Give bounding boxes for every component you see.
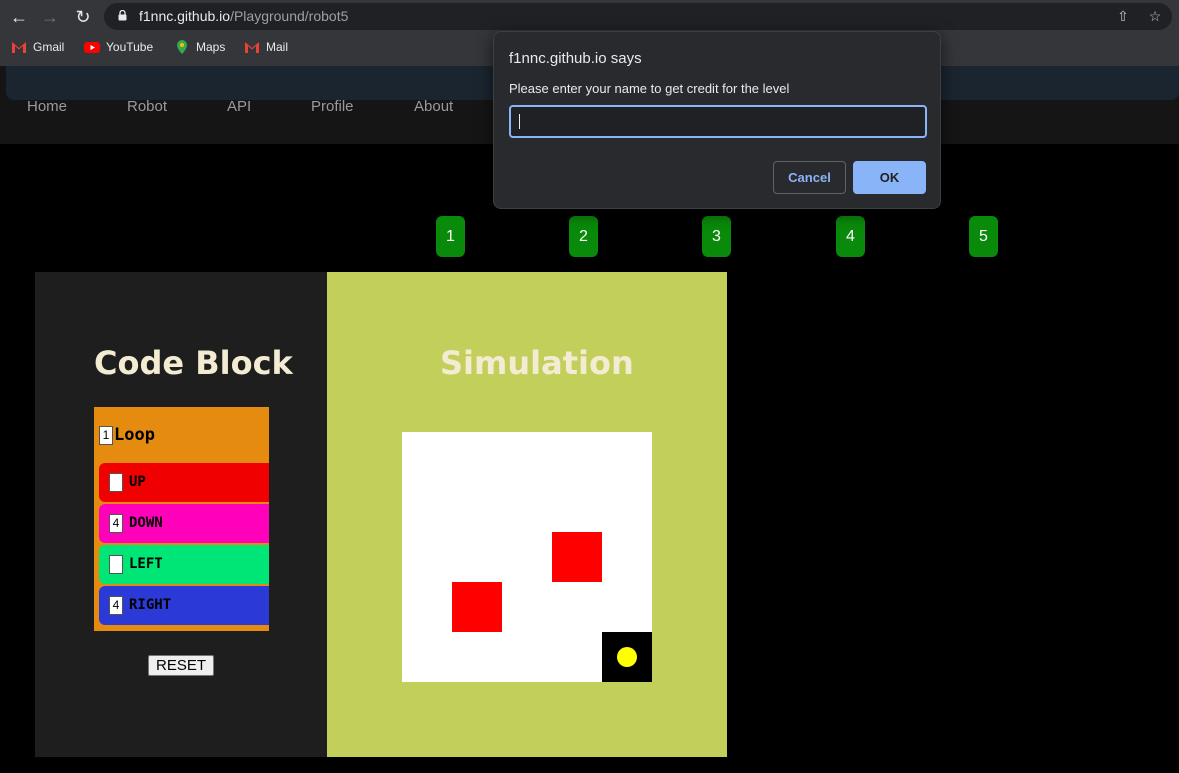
maps-icon (177, 40, 187, 54)
command-right-label: RIGHT (129, 597, 172, 613)
back-icon[interactable]: ← (8, 6, 30, 28)
gmail-icon (12, 42, 26, 53)
level-button-1[interactable]: 1 (436, 216, 465, 257)
youtube-icon (84, 42, 100, 53)
dialog-title: f1nnc.github.io says (509, 50, 642, 67)
obstacle-cell (552, 532, 602, 582)
command-up[interactable]: UP (99, 463, 269, 502)
prompt-dialog: f1nnc.github.io says Please enter your n… (493, 31, 941, 209)
command-up-label: UP (129, 474, 146, 490)
nav-api[interactable]: API (227, 98, 251, 115)
up-count-input[interactable] (109, 473, 123, 492)
down-count-input[interactable]: 4 (109, 514, 123, 533)
level-button-2[interactable]: 2 (569, 216, 598, 257)
bookmark-maps[interactable]: Maps (174, 40, 225, 54)
command-down[interactable]: 4 DOWN (99, 504, 269, 543)
left-count-input[interactable] (109, 555, 123, 574)
bookmark-youtube[interactable]: YouTube (84, 40, 153, 54)
command-down-label: DOWN (129, 515, 163, 531)
bookmark-star-icon[interactable]: ☆ (1146, 7, 1164, 25)
nav-about[interactable]: About (414, 98, 453, 115)
browser-toolbar: ← → ↻ f1nnc.github.io/Playground/robot5 … (0, 0, 1179, 33)
ok-button[interactable]: OK (853, 161, 926, 194)
robot-cell (602, 632, 652, 682)
obstacle-cell (452, 582, 502, 632)
right-count-input[interactable]: 4 (109, 596, 123, 615)
url-text: f1nnc.github.io/Playground/robot5 (139, 8, 349, 24)
lock-icon (118, 10, 127, 21)
bookmark-mail[interactable]: Mail (244, 40, 288, 54)
simulation-title: Simulation (440, 344, 634, 382)
robot-icon (617, 647, 637, 667)
level-button-5[interactable]: 5 (969, 216, 998, 257)
command-left[interactable]: LEFT (99, 545, 269, 584)
forward-icon[interactable]: → (39, 6, 61, 28)
name-input[interactable] (509, 105, 927, 138)
level-button-3[interactable]: 3 (702, 216, 731, 257)
command-right[interactable]: 4 RIGHT (99, 586, 269, 625)
address-bar[interactable]: f1nnc.github.io/Playground/robot5 ⇧ ☆ (104, 3, 1172, 30)
dialog-message: Please enter your name to get credit for… (509, 81, 790, 96)
code-block-title: Code Block (94, 344, 293, 382)
share-icon[interactable]: ⇧ (1114, 7, 1132, 25)
reset-button[interactable]: RESET (148, 655, 214, 676)
bookmark-gmail[interactable]: Gmail (11, 40, 64, 54)
mail-icon (245, 42, 259, 53)
cancel-button[interactable]: Cancel (773, 161, 846, 194)
loop-count-input[interactable]: 1 (99, 426, 113, 445)
nav-home[interactable]: Home (27, 98, 67, 115)
simulation-grid (402, 432, 652, 682)
reload-icon[interactable]: ↻ (72, 6, 94, 28)
loop-label: Loop (114, 425, 155, 445)
text-caret (519, 114, 520, 129)
nav-profile[interactable]: Profile (311, 98, 354, 115)
nav-robot[interactable]: Robot (127, 98, 167, 115)
command-left-label: LEFT (129, 556, 163, 572)
level-button-4[interactable]: 4 (836, 216, 865, 257)
